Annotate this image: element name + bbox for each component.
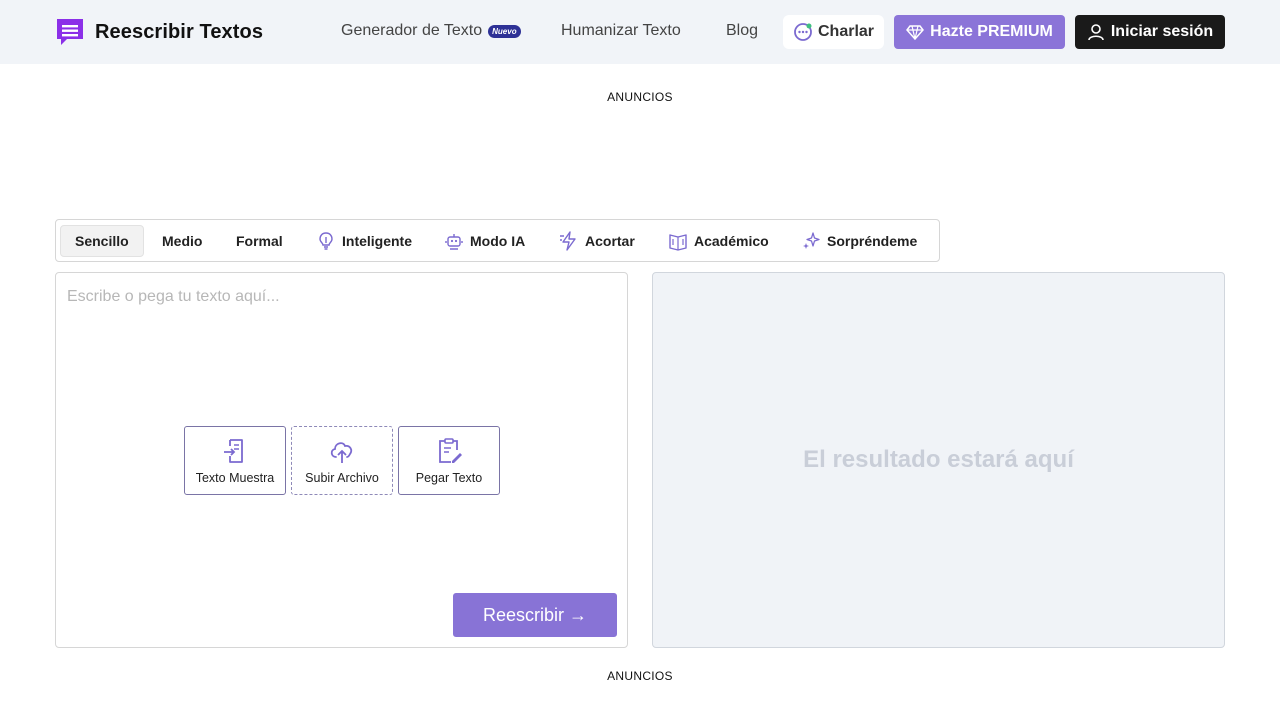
chat-button-label: Charlar: [817, 23, 875, 40]
tab-label: Formal: [236, 233, 283, 249]
sample-text-label: Texto Muestra: [195, 470, 275, 485]
tab-medio[interactable]: Medio: [148, 225, 216, 257]
paste-text-button[interactable]: Pegar Texto: [398, 426, 500, 495]
result-output-area[interactable]: El resultado estará aquí: [652, 272, 1225, 648]
tab-label: Acortar: [585, 233, 635, 249]
lightbulb-icon: [319, 232, 333, 250]
upload-file-button[interactable]: Subir Archivo: [291, 426, 393, 495]
diamond-icon: [906, 25, 925, 41]
tab-label: Modo IA: [470, 233, 526, 249]
text-input-area[interactable]: Escribe o pega tu texto aquí... Texto Mu…: [55, 272, 628, 648]
rewrite-mode-tabs: Sencillo Medio Formal Inteligente Modo I…: [55, 219, 940, 262]
upload-file-label: Subir Archivo: [305, 470, 379, 485]
lightning-icon: [560, 231, 576, 251]
output-placeholder: El resultado estará aquí: [803, 446, 1074, 473]
chat-logo-icon: [57, 19, 83, 45]
tab-label: Sencillo: [75, 233, 129, 249]
ads-label-top: ANUNCIOS: [607, 90, 673, 104]
tab-acortar[interactable]: Acortar: [545, 225, 649, 257]
sample-text-button[interactable]: Texto Muestra: [184, 426, 286, 495]
premium-button-label: Hazte PREMIUM: [930, 23, 1053, 40]
user-icon: [1088, 24, 1104, 41]
tab-academico[interactable]: Académico: [654, 225, 783, 257]
nav-blog[interactable]: Blog: [726, 22, 758, 40]
tab-label: Medio: [162, 233, 203, 249]
nav-text-generator-label: Generador de Texto: [341, 22, 483, 39]
new-badge: Nuevo: [488, 24, 521, 38]
site-logo[interactable]: Reescribir Textos: [55, 17, 263, 47]
paste-text-label: Pegar Texto: [415, 470, 483, 485]
premium-button[interactable]: Hazte PREMIUM: [894, 15, 1065, 49]
book-icon: [669, 234, 687, 251]
site-title: Reescribir Textos: [95, 20, 264, 43]
tab-label: Académico: [694, 233, 769, 249]
cloud-upload-icon: [330, 441, 353, 463]
clipboard-edit-icon: [439, 437, 462, 463]
rewrite-button-label: Reescribir →: [482, 604, 588, 625]
tab-label: Inteligente: [342, 233, 413, 249]
document-import-icon: [224, 438, 243, 463]
nav-text-generator[interactable]: Generador de Texto Nuevo: [341, 22, 521, 40]
tab-sencillo[interactable]: Sencillo: [60, 225, 144, 257]
nav-humanize-text[interactable]: Humanizar Texto: [561, 22, 681, 40]
top-navbar: Reescribir Textos Generador de Texto Nue…: [0, 0, 1280, 64]
login-button-label: Iniciar sesión: [1110, 23, 1214, 40]
tab-inteligente[interactable]: Inteligente: [302, 225, 426, 257]
tab-formal[interactable]: Formal: [222, 225, 297, 257]
chat-button[interactable]: Charlar: [783, 15, 884, 49]
robot-icon: [445, 234, 463, 250]
tab-label: Sorpréndeme: [827, 233, 918, 249]
ads-label-bottom: ANUNCIOS: [607, 669, 673, 683]
chat-bubble-icon: [794, 23, 812, 41]
tab-modo-ia[interactable]: Modo IA: [430, 225, 539, 257]
rewrite-button[interactable]: Reescribir →: [453, 593, 617, 637]
input-placeholder: Escribe o pega tu texto aquí...: [67, 288, 280, 305]
login-button[interactable]: Iniciar sesión: [1075, 15, 1225, 49]
sparkles-icon: [803, 232, 820, 249]
tab-sorprendeme[interactable]: Sorpréndeme: [787, 225, 931, 257]
